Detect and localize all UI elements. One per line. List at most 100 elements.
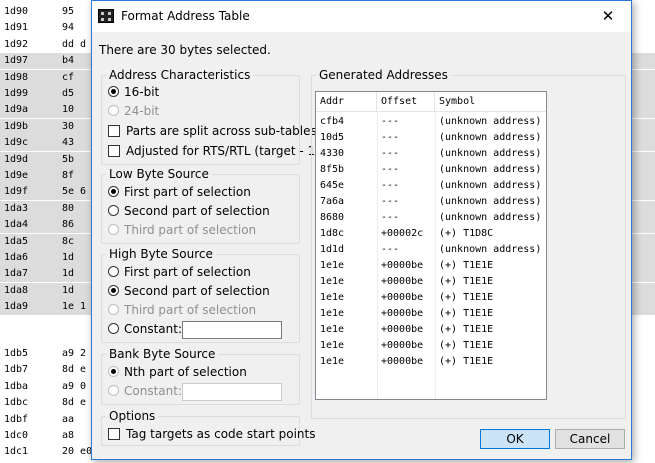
table-row[interactable]: 8f5b --- (unknown address) — [316, 162, 546, 178]
listing-address: 1db5 — [4, 348, 29, 359]
radio-icon — [108, 285, 119, 296]
low-radio-third[interactable]: Third part of selection — [108, 222, 256, 238]
high-radio-constant[interactable]: Constant: — [108, 321, 182, 337]
bank-constant-input[interactable] — [182, 383, 282, 401]
high-constant-input[interactable] — [182, 321, 282, 339]
listing-address: 1da8 — [4, 284, 29, 296]
table-row[interactable]: cfb4 --- (unknown address) — [316, 114, 546, 130]
listing-address: 1da4 — [4, 219, 29, 231]
generated-addresses-list[interactable]: Addr Offset Symbol cfb4 --- (unknown addre… — [315, 91, 547, 400]
group-legend: Generated Addresses — [316, 68, 451, 82]
listing-bytes: 30 — [62, 120, 75, 132]
checkbox-icon — [108, 428, 120, 440]
listing-address: 1d99 — [4, 88, 29, 99]
radio-24-bit[interactable]: 24-bit — [108, 103, 159, 119]
cell-addr: 1d8c — [320, 228, 345, 239]
table-row[interactable]: 645e --- (unknown address) — [316, 178, 546, 194]
radio-icon — [108, 304, 119, 315]
listing-address: 1d91 — [4, 22, 29, 34]
low-radio-second[interactable]: Second part of selection — [108, 203, 270, 219]
radio-icon — [108, 385, 119, 396]
listing-bytes: 1e 1 — [62, 301, 87, 313]
listing-address: 1d9b — [4, 120, 29, 132]
radio-icon — [108, 323, 119, 334]
table-row[interactable]: 1e1e +0000be (+) T1E1E — [316, 306, 546, 322]
cell-offset: --- — [381, 132, 400, 143]
cell-addr: cfb4 — [320, 116, 345, 127]
listing-bytes: 1d — [62, 268, 75, 280]
cell-symbol: (unknown address) — [439, 116, 542, 127]
cell-offset: +0000be — [381, 292, 424, 303]
cell-addr: 645e — [320, 180, 345, 191]
checkbox-label: Adjusted for RTS/RTL (target - 1) — [126, 144, 320, 158]
cell-offset: +0000be — [381, 260, 424, 271]
table-row[interactable]: 1e1e +0000be (+) T1E1E — [316, 322, 546, 338]
checkbox-adjusted-rts[interactable]: Adjusted for RTS/RTL (target - 1) — [108, 143, 320, 159]
cell-offset: --- — [381, 116, 400, 127]
radio-label: 24-bit — [124, 104, 160, 118]
cell-addr: 1e1e — [320, 292, 345, 303]
high-radio-second[interactable]: Second part of selection — [108, 283, 270, 299]
radio-icon — [108, 366, 119, 377]
table-row[interactable]: 7a6a --- (unknown address) — [316, 194, 546, 210]
table-row[interactable]: 10d5 --- (unknown address) — [316, 130, 546, 146]
options-group: Options Tag targets as code start points — [101, 409, 315, 446]
cell-symbol: (unknown address) — [439, 164, 542, 175]
cell-symbol: (+) T1E1E — [439, 340, 494, 351]
cancel-button[interactable]: Cancel — [555, 429, 625, 449]
table-row[interactable]: 8680 --- (unknown address) — [316, 210, 546, 226]
table-row[interactable]: 1e1e +0000be (+) T1E1E — [316, 274, 546, 290]
listing-bytes: 1d — [62, 284, 75, 296]
column-divider — [377, 112, 378, 399]
cell-offset: --- — [381, 164, 400, 175]
radio-icon — [108, 86, 119, 97]
table-row[interactable]: 1d1d --- (unknown address) — [316, 242, 546, 258]
radio-16-bit[interactable]: 16-bit — [108, 84, 159, 100]
listing-address: 1dbf — [4, 413, 29, 425]
table-row[interactable]: 4330 --- (unknown address) — [316, 146, 546, 162]
cell-addr: 8f5b — [320, 164, 345, 175]
radio-icon — [108, 266, 119, 277]
close-button[interactable]: ✕ — [585, 1, 631, 32]
high-radio-first[interactable]: First part of selection — [108, 264, 251, 280]
listing-bytes: b4 — [62, 55, 75, 67]
address-characteristics-group: Address Characteristics 16-bit 24-bit Pa… — [101, 68, 320, 165]
listing-bytes: a8 — [62, 430, 75, 441]
radio-icon — [108, 224, 119, 235]
table-row[interactable]: 1e1e +0000be (+) T1E1E — [316, 258, 546, 274]
listing-bytes: cf — [62, 71, 75, 83]
checkbox-tag-code-start[interactable]: Tag targets as code start points — [108, 426, 315, 442]
listing-bytes: 1d — [62, 252, 75, 263]
cell-addr: 7a6a — [320, 196, 345, 207]
ok-button[interactable]: OK — [480, 429, 550, 449]
table-row[interactable]: 1e1e +0000be (+) T1E1E — [316, 354, 546, 370]
column-header-symbol[interactable]: Symbol — [435, 92, 546, 112]
bank-radio-constant[interactable]: Constant: — [108, 383, 182, 399]
listing-bytes: 8f — [62, 170, 75, 181]
checkbox-icon — [108, 125, 120, 137]
listing-address: 1d92 — [4, 38, 29, 50]
listing-address: 1d9d — [4, 153, 29, 165]
column-header-addr[interactable]: Addr — [316, 92, 377, 112]
cell-offset: --- — [381, 244, 400, 255]
table-row[interactable]: 1e1e +0000be (+) T1E1E — [316, 338, 546, 354]
cell-offset: --- — [381, 196, 400, 207]
table-row[interactable]: 1e1e +0000be (+) T1E1E — [316, 290, 546, 306]
listing-bytes: dd d — [62, 38, 87, 50]
low-radio-first[interactable]: First part of selection — [108, 184, 251, 200]
format-address-table-dialog: Format Address Table ✕ There are 30 byte… — [91, 0, 632, 460]
listing-bytes: 8d e — [62, 364, 87, 376]
checkbox-split-sub-tables[interactable]: Parts are split across sub-tables — [108, 123, 317, 139]
listing-bytes: 5b — [62, 153, 75, 165]
group-legend: Bank Byte Source — [106, 347, 219, 361]
column-header-offset[interactable]: Offset — [377, 92, 435, 112]
cell-symbol: (+) T1E1E — [439, 324, 494, 335]
listing-bytes: 8c — [62, 235, 75, 247]
bank-radio-nth[interactable]: Nth part of selection — [108, 364, 247, 380]
close-icon: ✕ — [601, 7, 615, 25]
cell-symbol: (+) T1D8C — [439, 228, 494, 239]
listing-bytes: 5e 6 — [62, 186, 87, 198]
table-row[interactable]: 1d8c +00002c (+) T1D8C — [316, 226, 546, 242]
radio-label: Third part of selection — [124, 223, 257, 237]
high-radio-third[interactable]: Third part of selection — [108, 302, 256, 318]
